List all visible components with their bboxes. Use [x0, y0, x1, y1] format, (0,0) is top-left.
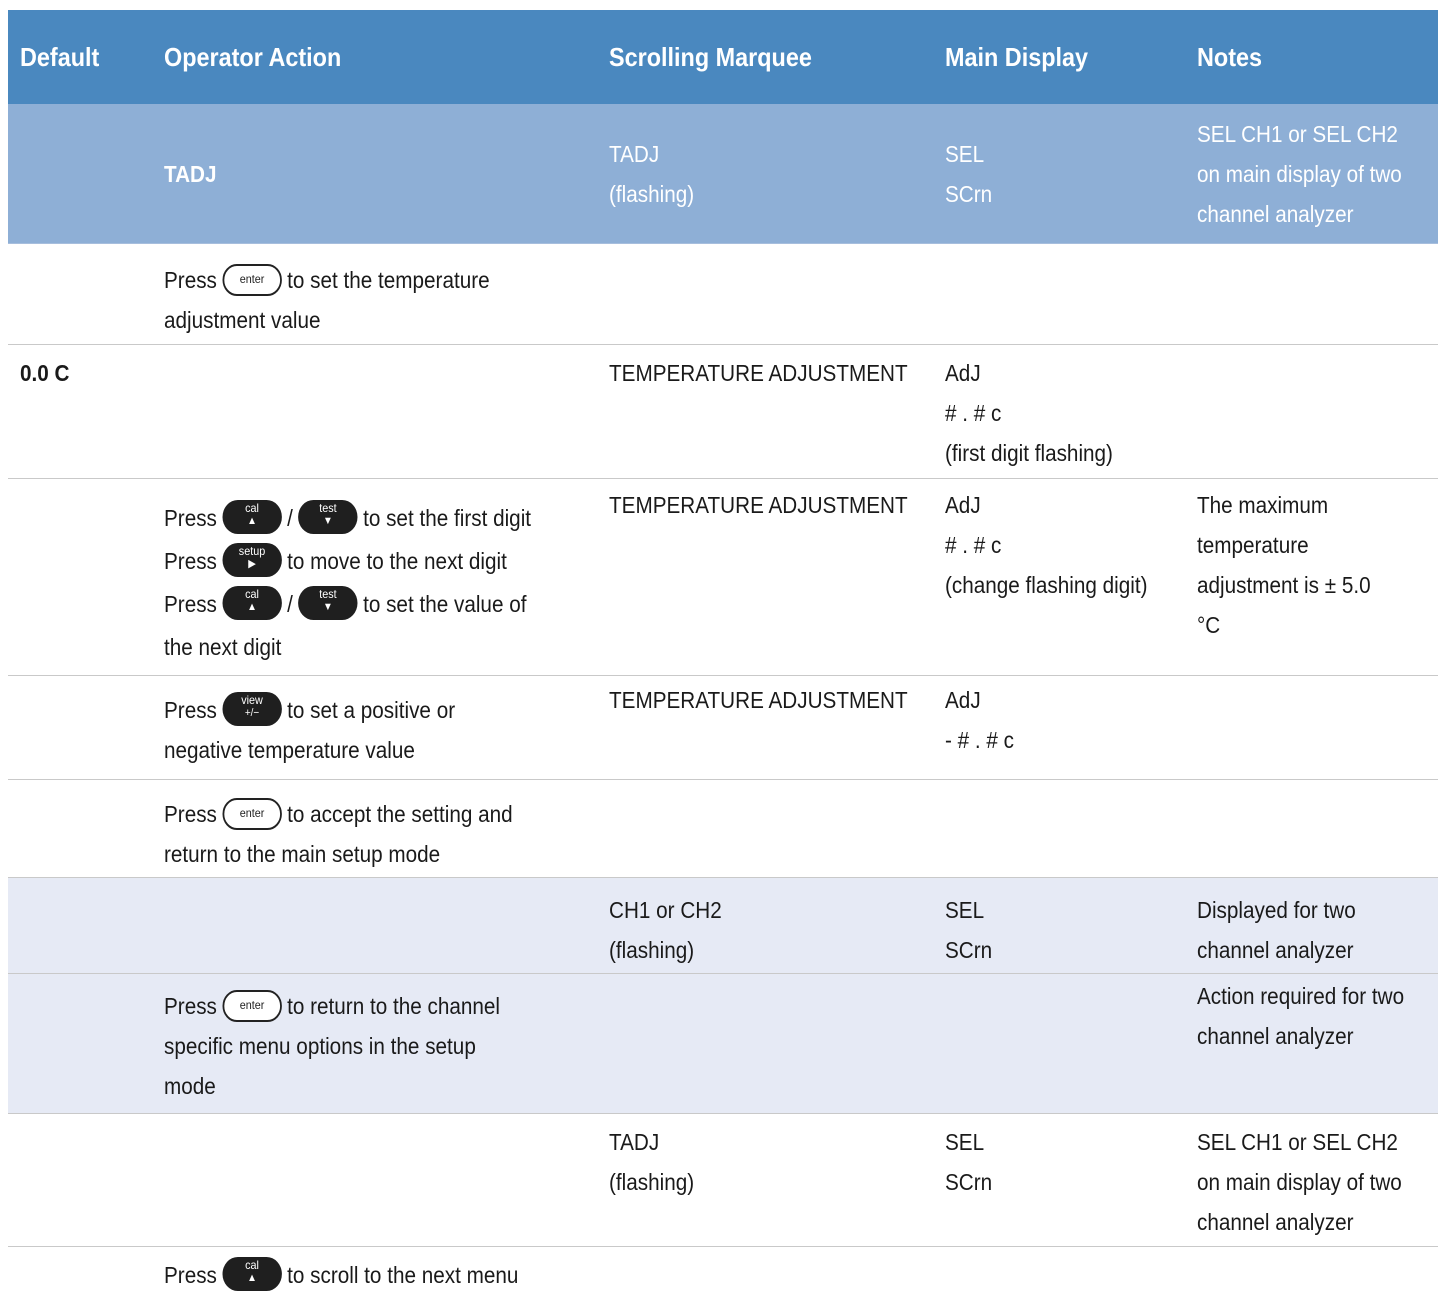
- header-operator-action: Operator Action: [164, 42, 342, 72]
- scrolling-marquee: CH1 or CH2 (flashing): [609, 897, 722, 963]
- table-row: Press enter to set the temperature adjustm…: [8, 244, 1438, 345]
- operator-action: Press cal ▲ / test ▼ to set the first digit Pr…: [164, 499, 532, 660]
- header-notes: Notes: [1197, 42, 1263, 72]
- main-display: AdJ - # . # c: [945, 687, 1015, 753]
- notes: Action required for two channel analyzer: [1197, 983, 1405, 1049]
- operator-action: Press enter to return to the channel speci…: [164, 986, 500, 1106]
- scrolling-marquee: TEMPERATURE ADJUSTMENT: [609, 360, 908, 386]
- operator-action: Press cal ▲ to scroll to the next menu: [164, 1255, 518, 1295]
- enter-key-icon: enter: [222, 989, 282, 1022]
- main-display: SEL SCrn: [945, 141, 993, 207]
- table-header: Default Operator Action Scrolling Marque…: [8, 10, 1438, 104]
- table-row: CH1 or CH2 (flashing) SEL SCrn Displayed…: [8, 878, 1438, 974]
- header-main-display: Main Display: [945, 42, 1089, 72]
- cal-key-icon: cal ▲: [222, 499, 282, 534]
- operator-action: Press enter to set the temperature adjustm…: [164, 260, 490, 340]
- table-row: Press cal ▲ to scroll to the next menu: [8, 1247, 1438, 1307]
- view-key-icon: view +/−: [222, 691, 282, 726]
- enter-key-icon: enter: [222, 263, 282, 296]
- main-display: AdJ # . # c (change flashing digit): [945, 492, 1148, 598]
- scrolling-marquee: TADJ (flashing): [609, 1129, 695, 1195]
- operator-action: Press enter to accept the setting and retu…: [164, 794, 513, 874]
- main-display: SEL SCrn: [945, 1129, 993, 1195]
- procedure-table: Default Operator Action Scrolling Marque…: [8, 10, 1438, 1307]
- scrolling-marquee: TADJ (flashing): [609, 141, 695, 207]
- operator-action: Press view +/− to set a positive or negativ…: [164, 691, 456, 763]
- setup-key-icon: setup ▶: [222, 542, 282, 577]
- test-key-icon: test ▼: [298, 585, 358, 620]
- table-row: TADJ TADJ (flashing) SEL SCrn SEL CH1 or…: [8, 104, 1438, 244]
- default-value: 0.0 C: [20, 360, 70, 386]
- table-row: 0.0 C TEMPERATURE ADJUSTMENT AdJ # . # c…: [8, 345, 1438, 479]
- notes: Displayed for two channel analyzer: [1197, 897, 1356, 963]
- header-default: Default: [20, 42, 100, 72]
- notes: The maximum temperature adjustment is ± …: [1197, 492, 1371, 638]
- cal-key-icon: cal ▲: [222, 585, 282, 620]
- scrolling-marquee: TEMPERATURE ADJUSTMENT: [609, 687, 908, 713]
- notes: SEL CH1 or SEL CH2 on main display of tw…: [1197, 121, 1402, 227]
- cal-key-icon: cal ▲: [222, 1256, 282, 1291]
- operator-action: TADJ: [164, 161, 217, 187]
- enter-key-icon: enter: [222, 797, 282, 830]
- table-row: Press enter to accept the setting and retu…: [8, 780, 1438, 878]
- notes: SEL CH1 or SEL CH2 on main display of tw…: [1197, 1129, 1402, 1235]
- main-display: SEL SCrn: [945, 897, 993, 963]
- scrolling-marquee: TEMPERATURE ADJUSTMENT: [609, 492, 908, 518]
- header-scrolling-marquee: Scrolling Marquee: [609, 42, 812, 72]
- main-display: AdJ # . # c (first digit flashing): [945, 360, 1113, 466]
- table-row: TADJ (flashing) SEL SCrn SEL CH1 or SEL …: [8, 1114, 1438, 1247]
- table-row: Press cal ▲ / test ▼ to set the first digit Pr…: [8, 479, 1438, 676]
- test-key-icon: test ▼: [298, 499, 358, 534]
- table-row: Press view +/− to set a positive or negativ…: [8, 676, 1438, 780]
- table-row: Press enter to return to the channel speci…: [8, 974, 1438, 1114]
